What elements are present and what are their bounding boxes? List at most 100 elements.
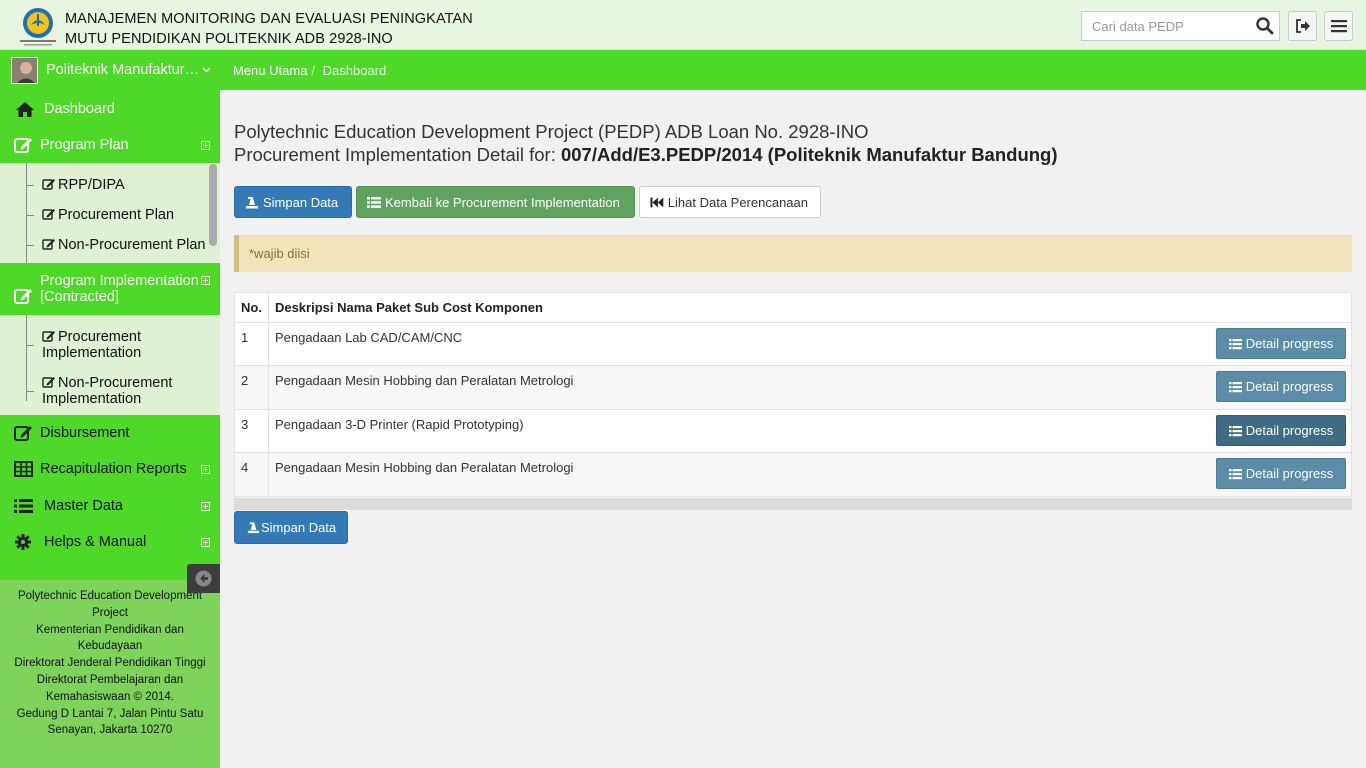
tut-wuri-handayani-logo [20, 8, 56, 46]
edit-icon [42, 331, 55, 342]
detail-progress-button[interactable]: Detail progress [1216, 371, 1346, 402]
edit-icon [14, 138, 32, 153]
sidebar-item-program-plan[interactable]: Program Plan [0, 127, 220, 163]
avatar [11, 56, 38, 84]
sidebar-item-disbursement[interactable]: Disbursement [0, 415, 220, 451]
user-dropdown[interactable]: Politeknik Manufaktur… [0, 50, 220, 90]
edit-icon [42, 377, 55, 388]
breadcrumb-dashboard: Dashboard [322, 63, 387, 78]
row-description-cell: Pengadaan Lab CAD/CAM/CNC Detail progres… [267, 322, 1353, 366]
user-name: Politeknik Manufaktur… [46, 62, 200, 78]
app-title-line1: MANAJEMEN MONITORING DAN EVALUASI PENING… [65, 11, 473, 27]
sidebar-item-label: Disbursement [40, 425, 130, 441]
edit-icon [42, 239, 55, 250]
row-description: Pengadaan Lab CAD/CAM/CNC [274, 330, 463, 345]
table-icon [14, 461, 33, 477]
save-button[interactable]: Simpan Data [234, 186, 352, 218]
table-header-row: No. Deskripsi Nama Paket Sub Cost Kompon… [234, 292, 1353, 323]
detail-progress-label: Detail progress [1245, 466, 1334, 481]
row-description: Pengadaan Mesin Hobbing dan Peralatan Me… [274, 460, 574, 475]
row-number: 2 [234, 365, 269, 410]
footer-line: Direktorat Jenderal Pendidikan Tinggi [14, 657, 206, 670]
sidebar: Dashboard Program Plan RPP/DIPA Procurem… [0, 90, 220, 768]
expand-icon [201, 276, 210, 285]
sidebar-item-procurement-implementation[interactable]: Procurement Implementation [42, 329, 207, 361]
nav-bar: Politeknik Manufaktur… Menu Utama / Dashb… [0, 50, 1366, 90]
collapse-sidebar-button[interactable] [187, 564, 220, 593]
detail-progress-label: Detail progress [1245, 423, 1334, 438]
search-input[interactable] [1082, 12, 1250, 40]
row-description-cell: Pengadaan 3-D Printer (Rapid Prototyping… [267, 409, 1353, 453]
sidebar-item-label: Procurement Implementation [42, 329, 142, 361]
top-header: MANAJEMEN MONITORING DAN EVALUASI PENING… [0, 0, 1366, 50]
row-number: 3 [234, 409, 269, 453]
sidebar-item-label: Dashboard [44, 101, 115, 117]
row-description-cell: Pengadaan Mesin Hobbing dan Peralatan Me… [267, 452, 1353, 497]
sidebar-item-non-procurement-plan[interactable]: Non-Procurement Plan [42, 237, 207, 257]
save-button-bottom[interactable]: Simpan Data [234, 511, 348, 544]
list-icon [1228, 425, 1242, 436]
logout-button[interactable] [1288, 11, 1317, 41]
row-description-cell: Pengadaan Mesin Hobbing dan Peralatan Me… [267, 365, 1353, 410]
sidebar-scrollbar[interactable] [209, 164, 217, 246]
sidebar-item-label: Procurement Plan [58, 207, 175, 223]
breadcrumb-menu-utama[interactable]: Menu Utama [233, 63, 307, 78]
sidebar-item-procurement-plan[interactable]: Procurement Plan [42, 207, 207, 223]
breadcrumb-separator: / [311, 63, 316, 78]
footer-line: Direktorat Pembelajaran dan Kemahasiswaa… [36, 673, 184, 703]
submenu-program-implementation: Procurement Implementation Non-Procureme… [0, 315, 220, 415]
sidebar-item-label: Recapitulation Reports [40, 461, 187, 477]
sidebar-item-label: Program Implementation [Contracted] [40, 273, 199, 305]
list-icon [14, 499, 33, 513]
subtitle-prefix: Procurement Implementation Detail for: [234, 144, 561, 165]
chevron-down-icon [202, 67, 211, 73]
list-icon [367, 196, 381, 208]
row-number: 4 [234, 452, 269, 497]
edit-icon [14, 426, 32, 441]
detail-progress-button[interactable]: Detail progress [1216, 458, 1346, 489]
sidebar-item-rpp-dipa[interactable]: RPP/DIPA [42, 177, 207, 193]
list-icon [1228, 468, 1242, 479]
sidebar-item-label: RPP/DIPA [58, 177, 125, 193]
sidebar-item-recapitulation-reports[interactable]: Recapitulation Reports [0, 451, 220, 487]
save-icon [246, 196, 258, 208]
footer-line: Kementerian Pendidikan dan Kebudayaan [36, 623, 184, 653]
sidebar-item-program-implementation[interactable]: Program Implementation [Contracted] [0, 263, 220, 315]
back-to-procurement-button[interactable]: Kembali ke Procurement Implementation [356, 186, 635, 218]
arrow-circle-left-icon [195, 570, 212, 587]
menu-icon [1330, 20, 1347, 33]
breadcrumb: Menu Utama / Dashboard [233, 63, 386, 78]
row-description: Pengadaan 3-D Printer (Rapid Prototyping… [274, 417, 524, 432]
sidebar-item-dashboard[interactable]: Dashboard [0, 91, 220, 127]
back-button-label: Kembali ke Procurement Implementation [385, 194, 620, 210]
search-icon[interactable] [1255, 16, 1275, 36]
sidebar-item-master-data[interactable]: Master Data [0, 488, 220, 524]
save-button-label: Simpan Data [261, 520, 337, 535]
sidebar-item-label: Non-Procurement Implementation [42, 375, 173, 407]
table-row: 1 Pengadaan Lab CAD/CAM/CNC Detail progr… [234, 322, 1353, 366]
gear-icon [15, 534, 31, 550]
menu-toggle-button[interactable] [1324, 11, 1353, 41]
table-footer-bar [234, 498, 1352, 510]
row-number: 1 [234, 322, 269, 366]
detail-progress-button[interactable]: Detail progress [1216, 328, 1346, 359]
app-title: MANAJEMEN MONITORING DAN EVALUASI PENING… [65, 9, 473, 49]
logout-icon [1295, 19, 1310, 33]
page-subtitle: Procurement Implementation Detail for: 0… [234, 144, 1058, 166]
footer-line: Gedung D Lantai 7, Jalan Pintu Satu Sena… [16, 707, 204, 737]
detail-progress-label: Detail progress [1245, 336, 1334, 351]
expand-icon [201, 140, 210, 150]
table-row: 3 Pengadaan 3-D Printer (Rapid Prototypi… [234, 409, 1353, 453]
detail-progress-button[interactable]: Detail progress [1216, 415, 1346, 446]
column-header-no: No. [234, 292, 269, 323]
search-box [1081, 11, 1280, 41]
expand-icon [201, 501, 210, 511]
sidebar-item-helps-manual[interactable]: Helps & Manual [0, 524, 220, 560]
edit-icon [14, 289, 32, 304]
expand-icon [201, 537, 210, 547]
submenu-program-plan: RPP/DIPA Procurement Plan Non-Procuremen… [0, 163, 220, 263]
view-planning-button[interactable]: Lihat Data Perencanaan [639, 186, 821, 218]
table-row: 4 Pengadaan Mesin Hobbing dan Peralatan … [234, 452, 1353, 497]
sidebar-item-non-procurement-implementation[interactable]: Non-Procurement Implementation [42, 375, 207, 407]
subtitle-contract: 007/Add/E3.PEDP/2014 (Politeknik Manufak… [560, 144, 1058, 165]
